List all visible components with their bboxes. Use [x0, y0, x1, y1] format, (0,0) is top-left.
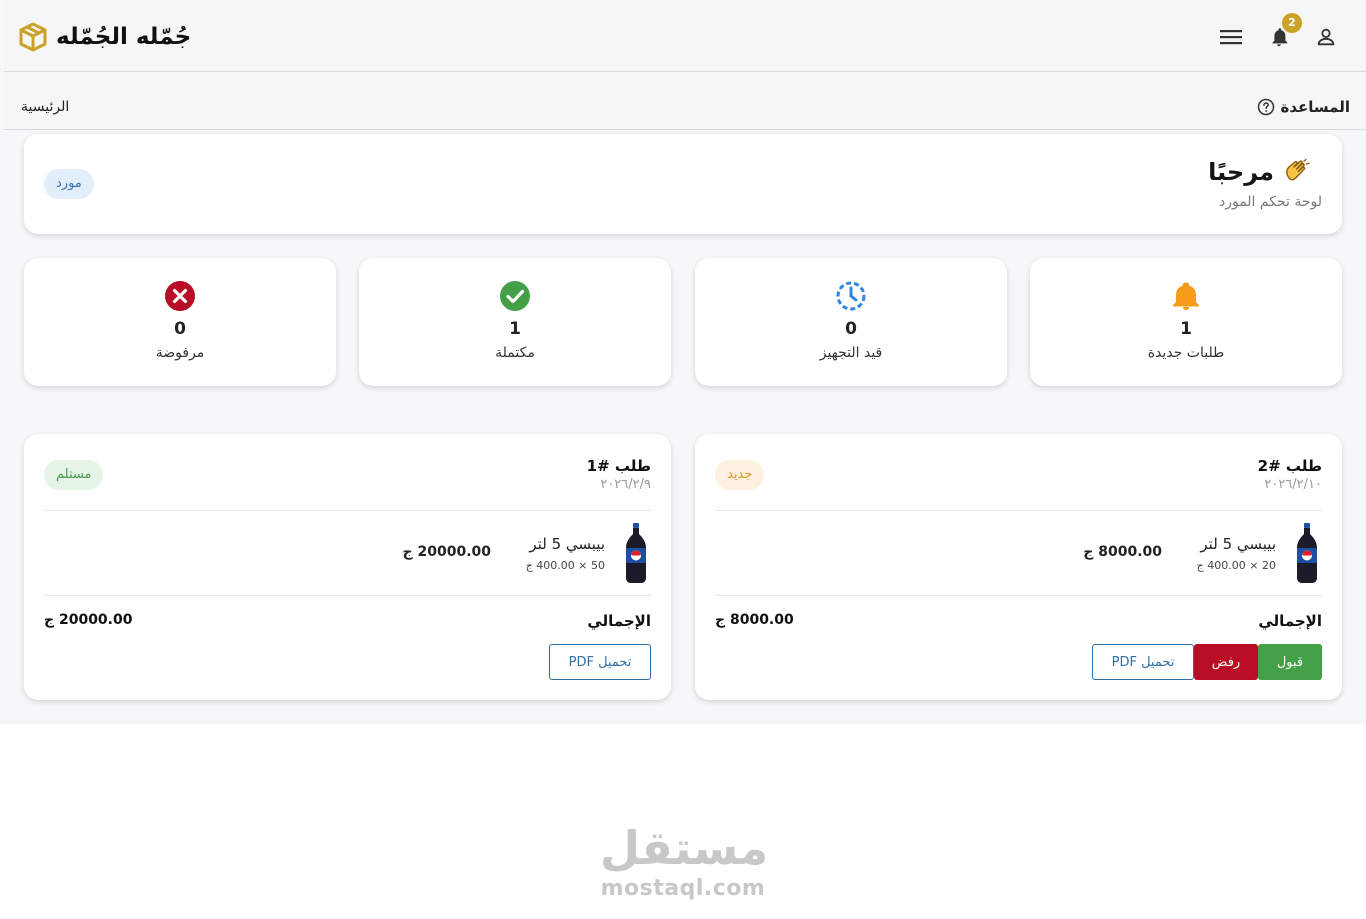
app-name: جُمّله الجُمّله	[56, 24, 192, 50]
order-title: طلب #2	[1257, 457, 1322, 475]
clock-icon	[836, 281, 866, 311]
breadcrumb-bar: المساعدة الرئيسية	[4, 72, 1366, 130]
stat-label: قيد التجهيز	[819, 345, 883, 361]
order-item-qty: 20 × 400.00 ج	[1196, 558, 1276, 572]
divider	[44, 510, 651, 511]
watermark-latin: mostaql.com	[600, 876, 766, 901]
order-total-label: الإجمالي	[587, 612, 651, 630]
role-chip: مورد	[44, 169, 94, 199]
stat-completed[interactable]: 1 مكتملة	[359, 258, 671, 386]
notifications-button[interactable]: 2	[1266, 13, 1302, 50]
order-item-name: بيبسي 5 لتر	[1200, 534, 1276, 553]
check-circle-icon	[500, 281, 530, 311]
stat-new-orders[interactable]: 1 طلبات جديدة	[1030, 258, 1342, 386]
breadcrumb-home[interactable]: الرئيسية	[21, 99, 69, 115]
stat-value: 1	[509, 319, 521, 339]
order-title: طلب #1	[586, 457, 651, 475]
stat-value: 0	[845, 319, 857, 339]
mostaql-watermark: مستقل mostaql.com	[600, 820, 769, 901]
stat-value: 1	[1180, 319, 1192, 339]
stat-label: مرفوضة	[155, 345, 205, 361]
welcome-title: مرحبًا	[1208, 158, 1274, 186]
download-pdf-button[interactable]: تحميل PDF	[1092, 644, 1194, 680]
order-status-chip: مستلم	[44, 460, 104, 490]
order-total-label: الإجمالي	[1258, 612, 1322, 630]
order-item-details: بيبسي 5 لتر 50 × 400.00 ج	[526, 535, 605, 572]
top-app-bar: 2 جُمّله الجُمّله	[4, 0, 1366, 72]
user-icon	[1317, 28, 1335, 46]
divider	[715, 510, 1322, 511]
order-item-details: بيبسي 5 لتر 20 × 400.00 ج	[1197, 535, 1276, 572]
order-card-2: طلب #2 ٢٠٢٦/٢/١٠ جديد بيبسي 5 لتر 20 × 4…	[695, 434, 1342, 700]
pepsi-bottle-image	[1297, 523, 1317, 583]
divider	[715, 595, 1322, 596]
order-line-item: بيبسي 5 لتر 20 × 400.00 ج	[1197, 522, 1322, 584]
download-pdf-button[interactable]: تحميل PDF	[549, 644, 651, 680]
help-link[interactable]: المساعدة	[1257, 98, 1351, 116]
order-item-total: 20000.00 ج	[402, 544, 491, 560]
stat-value: 0	[174, 319, 186, 339]
stat-label: طلبات جديدة	[1147, 345, 1225, 361]
order-line-item: بيبسي 5 لتر 50 × 400.00 ج	[526, 522, 651, 584]
user-account-button[interactable]	[1313, 24, 1339, 50]
order-date: ٢٠٢٦/٢/٩	[600, 477, 651, 492]
order-date: ٢٠٢٦/٢/١٠	[1264, 477, 1322, 492]
order-item-qty: 50 × 400.00 ج	[525, 558, 605, 572]
close-circle-icon	[165, 281, 195, 311]
hamburger-menu-icon	[1220, 30, 1242, 45]
app-shell: 2 جُمّله الجُمّله المساعدة الرئيسية مرحب…	[0, 0, 1366, 724]
app-logo[interactable]: جُمّله الجُمّله	[18, 20, 191, 54]
welcome-card: مرحبًا لوحة تحكم المورد مورد	[24, 134, 1342, 234]
welcome-subtitle: لوحة تحكم المورد	[1218, 194, 1322, 210]
pepsi-bottle-image	[626, 523, 646, 583]
order-card-1: طلب #1 ٢٠٢٦/٢/٩ مستلم بيبسي 5 لتر 50 × 4…	[24, 434, 671, 700]
order-item-total: 8000.00 ج	[1083, 544, 1162, 560]
watermark-arabic: مستقل	[600, 821, 769, 875]
box-logo-icon	[19, 22, 47, 52]
stat-rejected[interactable]: 0 مرفوضة	[24, 258, 336, 386]
stat-label: مكتملة	[495, 345, 535, 361]
notification-count-badge: 2	[1282, 13, 1302, 33]
help-label: المساعدة	[1280, 98, 1351, 116]
order-item-name: بيبسي 5 لتر	[529, 534, 605, 553]
reject-order-button[interactable]: رفض	[1194, 644, 1258, 680]
bell-icon	[1173, 282, 1199, 310]
stat-in-preparation[interactable]: 0 قيد التجهيز	[695, 258, 1007, 386]
help-circle-icon	[1257, 98, 1274, 116]
accept-order-button[interactable]: قبول	[1258, 644, 1322, 680]
waving-hand-icon	[1286, 158, 1310, 181]
divider	[44, 595, 651, 596]
menu-button[interactable]	[1218, 24, 1244, 50]
order-total-value: 20000.00 ج	[44, 612, 133, 628]
order-status-chip: جديد	[715, 460, 765, 490]
order-total-value: 8000.00 ج	[715, 612, 794, 628]
